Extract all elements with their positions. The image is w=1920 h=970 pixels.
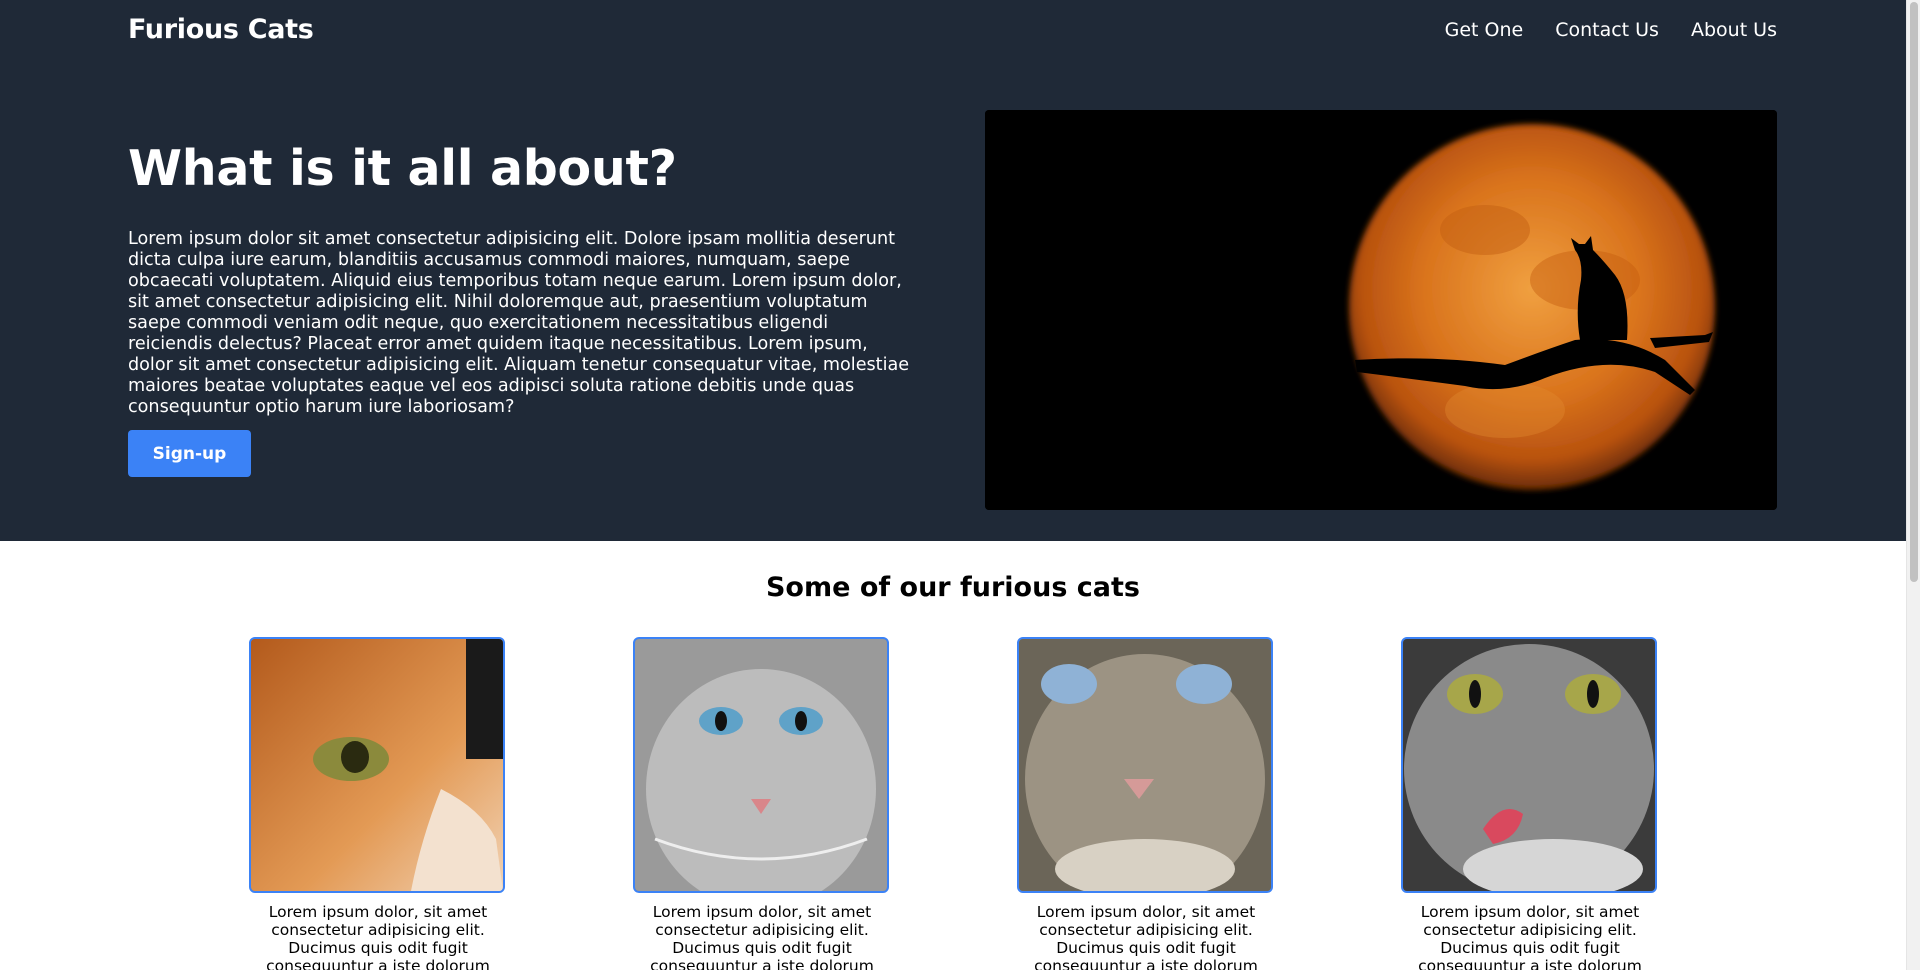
cat-card-text: Lorem ipsum dolor, sit amet consectetur …	[266, 903, 490, 970]
hero-section: Furious Cats Get One Contact Us About Us…	[0, 0, 1906, 541]
cat-card-text: Lorem ipsum dolor, sit amet consectetur …	[1418, 903, 1642, 970]
cat-moon-illustration	[985, 110, 1777, 510]
cat-image-orange[interactable]	[249, 637, 505, 893]
cat-image-blue-eyed-grey[interactable]	[633, 637, 889, 893]
cats-section-title: Some of our furious cats	[765, 572, 1140, 603]
cats-card-list: Lorem ipsum dolor, sit amet consectetur …	[0, 637, 1906, 970]
cat-image-tabby-blue-eyes[interactable]	[1017, 637, 1273, 893]
scrollbar-thumb[interactable]	[1910, 2, 1918, 582]
hero-title: What is it all about?	[128, 140, 677, 197]
nav-link-about-us[interactable]: About Us	[1691, 19, 1777, 41]
cat-card: Lorem ipsum dolor, sit amet consectetur …	[633, 637, 891, 970]
cat-card-text: Lorem ipsum dolor, sit amet consectetur …	[1034, 903, 1258, 970]
cat-card: Lorem ipsum dolor, sit amet consectetur …	[1401, 637, 1659, 970]
signup-button[interactable]: Sign-up	[128, 430, 251, 477]
cat-card: Lorem ipsum dolor, sit amet consectetur …	[1017, 637, 1275, 970]
nav-link-contact-us[interactable]: Contact Us	[1555, 19, 1659, 41]
nav-link-get-one[interactable]: Get One	[1445, 19, 1524, 41]
hero-description: Lorem ipsum dolor sit amet consectetur a…	[128, 229, 910, 417]
hero-image-cat-moon	[985, 110, 1777, 510]
cat-image-tabby-licking[interactable]	[1401, 637, 1657, 893]
nav-links: Get One Contact Us About Us	[1445, 19, 1777, 41]
cat-card-text: Lorem ipsum dolor, sit amet consectetur …	[650, 903, 874, 970]
navbar: Furious Cats Get One Contact Us About Us	[128, 0, 1777, 60]
page-scrollbar[interactable]	[1906, 0, 1920, 970]
brand-logo[interactable]: Furious Cats	[128, 14, 314, 45]
cat-card: Lorem ipsum dolor, sit amet consectetur …	[249, 637, 507, 970]
